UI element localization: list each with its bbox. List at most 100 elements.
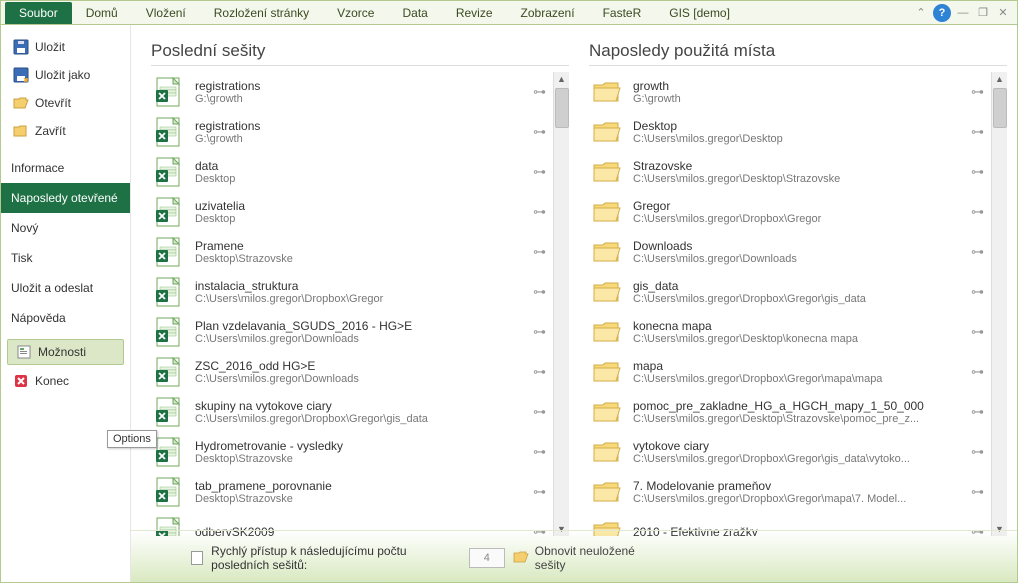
sidebar-item-label: Možnosti xyxy=(38,345,86,359)
restore-icon[interactable]: ❐ xyxy=(975,5,991,21)
ribbon-tab-zobrazen-[interactable]: Zobrazení xyxy=(507,2,589,24)
help-icon[interactable]: ? xyxy=(933,4,951,22)
recent-place-item[interactable]: konecna mapaC:\Users\milos.gregor\Deskto… xyxy=(589,312,1007,352)
recent-place-item[interactable]: DownloadsC:\Users\milos.gregor\Downloads… xyxy=(589,232,1007,272)
scroll-thumb[interactable] xyxy=(555,88,569,128)
pin-icon[interactable]: ⊶ xyxy=(533,244,549,260)
pin-icon[interactable]: ⊶ xyxy=(533,84,549,100)
recent-place-item[interactable]: GregorC:\Users\milos.gregor\Dropbox\Greg… xyxy=(589,192,1007,232)
sidebar-item-label: Nápověda xyxy=(11,311,66,325)
quick-access-count[interactable]: 4 xyxy=(469,548,505,568)
excel-file-icon xyxy=(153,356,185,388)
sidebar-item-naposledy-otev-en-[interactable]: Naposledy otevřené xyxy=(1,183,130,213)
pin-icon[interactable]: ⊶ xyxy=(533,444,549,460)
pin-icon[interactable]: ⊶ xyxy=(533,404,549,420)
recent-place-item[interactable]: pomoc_pre_zakladne_HG_a_HGCH_mapy_1_50_0… xyxy=(589,392,1007,432)
scrollbar[interactable]: ▲ ▼ xyxy=(553,72,569,536)
recent-file-item[interactable]: PrameneDesktop\Strazovske⊶ xyxy=(151,232,569,272)
pin-icon[interactable]: ⊶ xyxy=(533,164,549,180)
recent-file-item[interactable]: tab_pramene_porovnanieDesktop\Strazovske… xyxy=(151,472,569,512)
recent-file-item[interactable]: ZSC_2016_odd HG>EC:\Users\milos.gregor\D… xyxy=(151,352,569,392)
recent-place-item[interactable]: mapaC:\Users\milos.gregor\Dropbox\Gregor… xyxy=(589,352,1007,392)
close-window-icon[interactable]: ✕ xyxy=(995,5,1011,21)
pin-icon[interactable]: ⊶ xyxy=(533,284,549,300)
item-title: Downloads xyxy=(633,239,961,253)
recent-place-item[interactable]: growthG:\growth⊶ xyxy=(589,72,1007,112)
ribbon-tab-vlo-en-[interactable]: Vložení xyxy=(132,2,200,24)
pin-icon[interactable]: ⊶ xyxy=(971,484,987,500)
excel-file-icon xyxy=(153,316,185,348)
ribbon-tab-gis-demo-[interactable]: GIS [demo] xyxy=(655,2,744,24)
pin-icon[interactable]: ⊶ xyxy=(971,204,987,220)
pin-icon[interactable]: ⊶ xyxy=(971,244,987,260)
recent-file-item[interactable]: Hydrometrovanie - vysledkyDesktop\Strazo… xyxy=(151,432,569,472)
ribbon-tab-revize[interactable]: Revize xyxy=(442,2,507,24)
recent-file-item[interactable]: uzivateliaDesktop⊶ xyxy=(151,192,569,232)
pin-icon[interactable]: ⊶ xyxy=(533,524,549,536)
minimize-icon[interactable]: — xyxy=(955,5,971,21)
pin-icon[interactable]: ⊶ xyxy=(971,324,987,340)
pin-icon[interactable]: ⊶ xyxy=(971,84,987,100)
sidebar-item-ulo-it-jako[interactable]: Uložit jako xyxy=(1,61,130,89)
recent-file-item[interactable]: skupiny na vytokove ciaryC:\Users\milos.… xyxy=(151,392,569,432)
sidebar-item-label: Uložit jako xyxy=(35,68,90,82)
recent-place-item[interactable]: vytokove ciaryC:\Users\milos.gregor\Drop… xyxy=(589,432,1007,472)
sidebar-item-ulo-it-a-odeslat[interactable]: Uložit a odeslat xyxy=(1,273,130,303)
ribbon-tab-faster[interactable]: FasteR xyxy=(589,2,656,24)
recover-link[interactable]: Obnovit neuložené sešity xyxy=(535,544,645,572)
scroll-up-icon[interactable]: ▲ xyxy=(557,72,566,86)
scroll-up-icon[interactable]: ▲ xyxy=(995,72,1004,86)
recent-place-item[interactable]: StrazovskeC:\Users\milos.gregor\Desktop\… xyxy=(589,152,1007,192)
recent-place-item[interactable]: DesktopC:\Users\milos.gregor\Desktop⊶ xyxy=(589,112,1007,152)
sidebar-item-informace[interactable]: Informace xyxy=(1,153,130,183)
scroll-thumb[interactable] xyxy=(993,88,1007,128)
pin-icon[interactable]: ⊶ xyxy=(971,364,987,380)
sidebar-item-label: Zavřít xyxy=(35,124,66,138)
ribbon-tab-vzorce[interactable]: Vzorce xyxy=(323,2,388,24)
recent-file-item[interactable]: dataDesktop⊶ xyxy=(151,152,569,192)
recent-file-item[interactable]: instalacia_strukturaC:\Users\milos.grego… xyxy=(151,272,569,312)
ribbon-tab-soubor[interactable]: Soubor xyxy=(5,2,72,24)
pin-icon[interactable]: ⊶ xyxy=(533,324,549,340)
pin-icon[interactable]: ⊶ xyxy=(533,364,549,380)
scroll-down-icon[interactable]: ▼ xyxy=(995,522,1004,536)
pin-icon[interactable]: ⊶ xyxy=(971,124,987,140)
pin-icon[interactable]: ⊶ xyxy=(533,204,549,220)
sidebar-item-otev-t[interactable]: Otevřít xyxy=(1,89,130,117)
scrollbar[interactable]: ▲ ▼ xyxy=(991,72,1007,536)
pin-icon[interactable]: ⊶ xyxy=(971,444,987,460)
pin-icon[interactable]: ⊶ xyxy=(971,404,987,420)
ribbon-tab-data[interactable]: Data xyxy=(388,2,441,24)
pin-icon[interactable]: ⊶ xyxy=(533,124,549,140)
open-icon xyxy=(13,95,29,111)
recent-file-item[interactable]: odbervSK2009⊶ xyxy=(151,512,569,536)
sidebar-item-nov-[interactable]: Nový xyxy=(1,213,130,243)
recent-place-item[interactable]: gis_dataC:\Users\milos.gregor\Dropbox\Gr… xyxy=(589,272,1007,312)
sidebar-item-mo-nosti[interactable]: Možnosti xyxy=(7,339,124,365)
folder-icon xyxy=(591,196,623,228)
recent-file-item[interactable]: Plan vzdelavania_SGUDS_2016 - HG>EC:\Use… xyxy=(151,312,569,352)
excel-file-icon xyxy=(153,196,185,228)
recent-place-item[interactable]: 7. Modelovanie prameňovC:\Users\milos.gr… xyxy=(589,472,1007,512)
ribbon-tab-dom-[interactable]: Domů xyxy=(72,2,132,24)
sidebar-item-label: Tisk xyxy=(11,251,33,265)
recent-file-item[interactable]: registrationsG:\growth⊶ xyxy=(151,72,569,112)
ribbon-chevron-icon[interactable]: ⌃ xyxy=(913,5,929,21)
item-title: registrations xyxy=(195,119,523,133)
excel-file-icon xyxy=(153,516,185,536)
pin-icon[interactable]: ⊶ xyxy=(971,524,987,536)
quick-access-checkbox[interactable] xyxy=(191,551,203,565)
recent-file-item[interactable]: registrationsG:\growth⊶ xyxy=(151,112,569,152)
pin-icon[interactable]: ⊶ xyxy=(971,284,987,300)
sidebar-item-konec[interactable]: Konec xyxy=(1,369,130,393)
sidebar-item-zav-t[interactable]: Zavřít xyxy=(1,117,130,145)
pin-icon[interactable]: ⊶ xyxy=(533,484,549,500)
ribbon-tab-rozlo-en-str-nky[interactable]: Rozložení stránky xyxy=(200,2,323,24)
item-path: C:\Users\milos.gregor\Downloads xyxy=(633,253,961,265)
scroll-down-icon[interactable]: ▼ xyxy=(557,522,566,536)
sidebar-item-tisk[interactable]: Tisk xyxy=(1,243,130,273)
sidebar-item-n-pov-da[interactable]: Nápověda xyxy=(1,303,130,333)
pin-icon[interactable]: ⊶ xyxy=(971,164,987,180)
recent-place-item[interactable]: 2010 - Efektivne zražky⊶ xyxy=(589,512,1007,536)
sidebar-item-ulo-it[interactable]: Uložit xyxy=(1,33,130,61)
